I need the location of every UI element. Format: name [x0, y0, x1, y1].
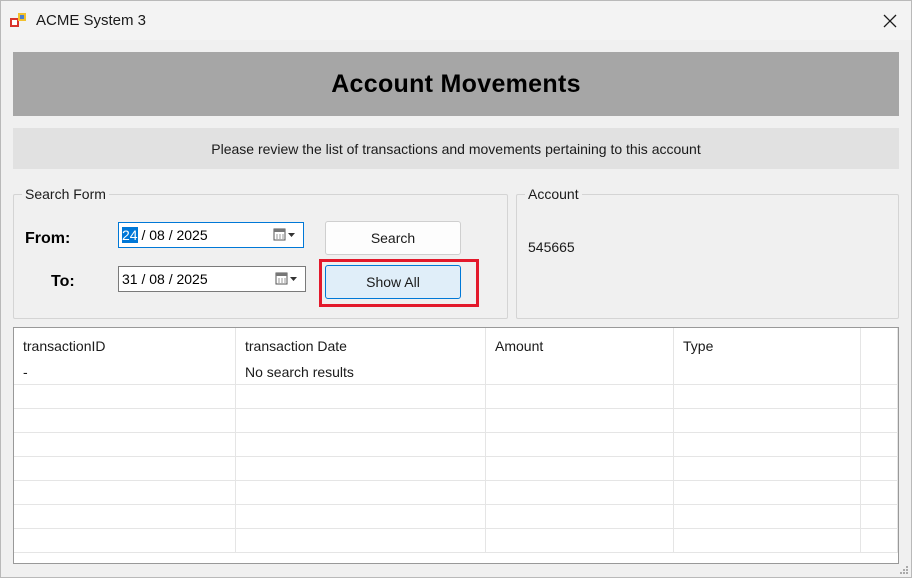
empty-row: [14, 505, 898, 529]
account-legend: Account: [525, 186, 582, 202]
search-form-group: Search Form From: 24 / 08 / 2025 To: 31 …: [13, 186, 508, 319]
empty-row: [14, 433, 898, 457]
grid-header: transactionID transaction Date Amount Ty…: [14, 328, 898, 361]
empty-cell: [861, 385, 898, 409]
empty-cell: [486, 409, 674, 433]
empty-cell: [236, 457, 486, 481]
empty-cell: [14, 481, 236, 505]
empty-cell: [486, 481, 674, 505]
empty-cell: [861, 481, 898, 505]
subtitle-bar: Please review the list of transactions a…: [13, 128, 899, 169]
column-header-transaction-date[interactable]: transaction Date: [236, 328, 486, 361]
cell-amount: [486, 361, 674, 385]
from-date-day-selected: 24: [122, 227, 138, 243]
app-icon: [10, 13, 26, 27]
empty-cell: [236, 433, 486, 457]
window-title: ACME System 3: [36, 12, 147, 29]
empty-cell: [861, 529, 898, 553]
show-all-button[interactable]: Show All: [325, 265, 461, 299]
to-date-picker[interactable]: 31 / 08 / 2025: [118, 266, 306, 292]
empty-cell: [674, 433, 861, 457]
resize-grip-icon[interactable]: [899, 565, 909, 575]
empty-cell: [236, 481, 486, 505]
page-subtitle: Please review the list of transactions a…: [211, 140, 701, 157]
title-bar[interactable]: ACME System 3: [1, 1, 911, 40]
close-icon: [883, 14, 897, 27]
from-date-rest: / 08 / 2025: [137, 227, 208, 243]
page-title: Account Movements: [331, 69, 581, 98]
table-row[interactable]: - No search results: [14, 361, 898, 385]
cell-type: [674, 361, 861, 385]
empty-row: [14, 529, 898, 553]
empty-cell: [486, 457, 674, 481]
empty-cell: [486, 505, 674, 529]
cell-filler: [861, 361, 898, 385]
from-date-picker[interactable]: 24 / 08 / 2025: [118, 222, 304, 248]
empty-cell: [861, 409, 898, 433]
empty-cell: [674, 457, 861, 481]
empty-cell: [674, 505, 861, 529]
empty-cell: [861, 433, 898, 457]
empty-cell: [14, 457, 236, 481]
column-header-amount[interactable]: Amount: [486, 328, 674, 361]
empty-cell: [861, 457, 898, 481]
empty-cell: [236, 385, 486, 409]
empty-cell: [674, 385, 861, 409]
empty-cell: [14, 433, 236, 457]
from-label: From:: [25, 230, 71, 247]
empty-cell: [14, 409, 236, 433]
empty-cell: [674, 529, 861, 553]
empty-cell: [14, 385, 236, 409]
calendar-dropdown-icon[interactable]: [273, 227, 297, 243]
empty-cell: [236, 409, 486, 433]
cell-transaction-id: -: [14, 361, 236, 385]
column-header-filler: [861, 328, 898, 361]
empty-cell: [14, 505, 236, 529]
empty-cell: [674, 409, 861, 433]
main-window: ACME System 3 Account Movements Please r…: [0, 0, 912, 578]
empty-cell: [861, 505, 898, 529]
empty-cell: [14, 529, 236, 553]
transactions-grid[interactable]: transactionID transaction Date Amount Ty…: [13, 327, 899, 564]
to-label: To:: [51, 273, 75, 290]
column-header-transaction-id[interactable]: transactionID: [14, 328, 236, 361]
close-button[interactable]: [869, 1, 911, 40]
account-number: 545665: [528, 239, 575, 255]
empty-cell: [486, 529, 674, 553]
empty-cell: [236, 529, 486, 553]
empty-row: [14, 409, 898, 433]
cell-transaction-date: No search results: [236, 361, 486, 385]
calendar-dropdown-icon[interactable]: [275, 271, 299, 287]
column-header-type[interactable]: Type: [674, 328, 861, 361]
empty-cell: [486, 433, 674, 457]
search-form-legend: Search Form: [22, 186, 109, 202]
to-date-value: 31 / 08 / 2025: [122, 271, 208, 287]
search-button[interactable]: Search: [325, 221, 461, 255]
header-banner: Account Movements: [13, 52, 899, 116]
empty-row: [14, 481, 898, 505]
empty-cell: [236, 505, 486, 529]
from-date-value: 24 / 08 / 2025: [122, 227, 208, 243]
account-group: Account 545665: [516, 186, 899, 319]
empty-cell: [486, 385, 674, 409]
empty-cell: [674, 481, 861, 505]
empty-row: [14, 457, 898, 481]
empty-row: [14, 385, 898, 409]
